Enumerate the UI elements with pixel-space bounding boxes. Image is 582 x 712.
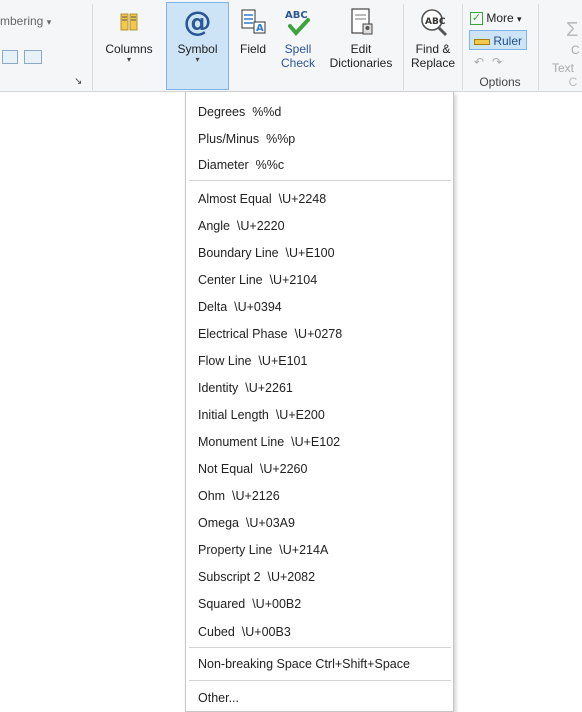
menu-item-cubed[interactable]: Cubed \U+00B3: [198, 624, 291, 640]
checkbox-icon: ✓: [470, 12, 483, 26]
symbol-dropdown-menu: Degrees %%d Plus/Minus %%p Diameter %%c …: [185, 92, 454, 712]
redo-icon[interactable]: ↷: [492, 52, 502, 72]
menu-item-delta[interactable]: Delta \U+0394: [198, 299, 282, 315]
menu-item-degrees[interactable]: Degrees %%d: [198, 104, 281, 120]
menu-item-almost-equal[interactable]: Almost Equal \U+2248: [198, 191, 326, 207]
menu-item-plus-minus[interactable]: Plus/Minus %%p: [198, 131, 295, 147]
menu-item-subscript-2[interactable]: Subscript 2 \U+2082: [198, 569, 315, 585]
edit-label: Edit: [350, 42, 372, 56]
menu-item-other[interactable]: Other...: [198, 690, 239, 706]
ruler-label: Ruler: [493, 34, 523, 48]
field-icon: A: [237, 6, 269, 38]
menu-item-monument-line[interactable]: Monument Line \U+E102: [198, 434, 340, 450]
menu-item-boundary-line[interactable]: Boundary Line \U+E100: [198, 245, 335, 261]
group-divider: [403, 4, 404, 90]
ribbon: mbering ▾ ↘ Columns ▾ @ Symbol ▾ A Field…: [0, 0, 582, 92]
options-group-label: Options: [479, 75, 521, 89]
numbering-dropdown[interactable]: mbering ▾: [0, 14, 51, 28]
cut-group-label: C: [568, 75, 578, 89]
spell-label: Spell: [284, 42, 312, 56]
find-replace-button[interactable]: ABC Find & Replace: [405, 4, 461, 72]
group-divider: [538, 4, 539, 90]
more-label: More: [486, 11, 514, 25]
menu-separator: [189, 680, 451, 681]
menu-item-diameter[interactable]: Diameter %%c: [198, 157, 284, 173]
chevron-down-icon: ▾: [46, 17, 52, 27]
ruler-icon: [474, 38, 490, 45]
symbol-button[interactable]: @ Symbol ▾: [166, 4, 229, 72]
menu-separator: [189, 180, 451, 181]
dictionaries-label: Dictionaries: [329, 56, 393, 70]
sigma-icon[interactable]: Σ: [566, 20, 578, 40]
group-divider: [92, 4, 93, 90]
cut-label-c: C: [571, 43, 580, 57]
chevron-down-icon: ▾: [126, 55, 131, 64]
field-label: Field: [239, 42, 266, 56]
svg-text:A: A: [256, 23, 264, 34]
menu-item-identity[interactable]: Identity \U+2261: [198, 380, 293, 396]
field-button[interactable]: A Field: [233, 4, 273, 72]
find-replace-icon: ABC: [417, 6, 449, 38]
edit-dictionaries-button[interactable]: Edit Dictionaries: [322, 4, 400, 72]
at-symbol-icon: @: [183, 5, 212, 38]
spell-check-button[interactable]: ABC Spell Check: [276, 4, 320, 72]
menu-item-flow-line[interactable]: Flow Line \U+E101: [198, 353, 307, 369]
ruler-button[interactable]: Ruler: [469, 30, 528, 50]
columns-icon: [113, 6, 145, 38]
menu-separator: [189, 647, 451, 648]
check-label: Check: [280, 56, 315, 70]
menu-item-non-breaking-space[interactable]: Non-breaking Space Ctrl+Shift+Space: [198, 656, 410, 672]
menu-item-center-line[interactable]: Center Line \U+2104: [198, 272, 317, 288]
abc-text: ABC: [285, 10, 308, 21]
abc-text: ABC: [425, 17, 446, 27]
dictionary-icon: [345, 6, 377, 38]
menu-item-not-equal[interactable]: Not Equal \U+2260: [198, 461, 307, 477]
group-divider: [462, 4, 463, 90]
menu-item-angle[interactable]: Angle \U+2220: [198, 218, 285, 234]
spell-check-icon: ABC: [282, 6, 314, 38]
columns-label: Columns: [105, 42, 153, 56]
align-icon[interactable]: [2, 50, 18, 64]
replace-label: Replace: [410, 56, 456, 70]
menu-item-ohm[interactable]: Ohm \U+2126: [198, 488, 280, 504]
chevron-down-icon: ▾: [517, 14, 522, 24]
find-label: Find &: [415, 42, 451, 56]
undo-icon[interactable]: ↶: [474, 52, 484, 72]
chevron-down-icon: ▾: [195, 55, 200, 64]
menu-item-initial-length[interactable]: Initial Length \U+E200: [198, 407, 325, 423]
numbering-label: mbering: [0, 14, 44, 28]
columns-button[interactable]: Columns ▾: [98, 4, 160, 72]
more-dropdown[interactable]: ✓ More ▾: [470, 8, 522, 28]
paragraph-launcher-icon[interactable]: ↘: [74, 76, 82, 87]
menu-item-electrical-phase[interactable]: Electrical Phase \U+0278: [198, 326, 342, 342]
menu-item-omega[interactable]: Omega \U+03A9: [198, 515, 295, 531]
symbol-label: Symbol: [177, 42, 218, 56]
line-spacing-icon[interactable]: [24, 50, 42, 64]
menu-item-property-line[interactable]: Property Line \U+214A: [198, 542, 328, 558]
menu-item-squared[interactable]: Squared \U+00B2: [198, 596, 301, 612]
